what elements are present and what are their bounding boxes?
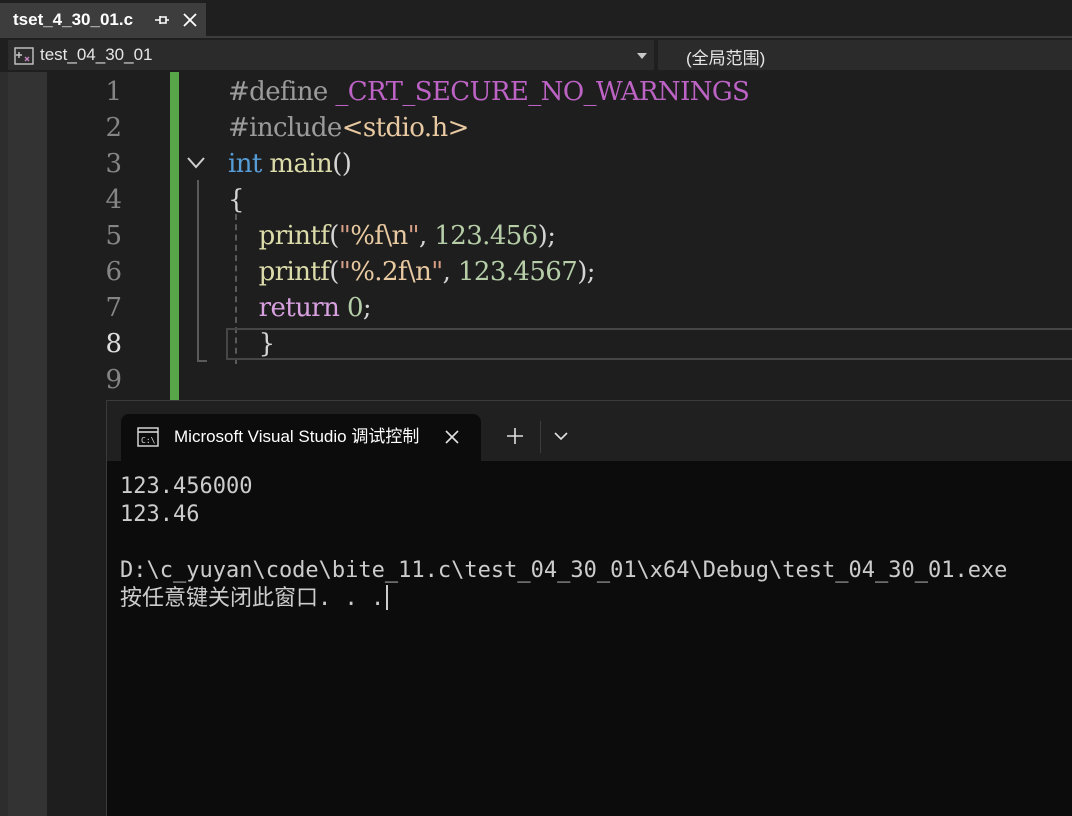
close-icon[interactable]: [441, 426, 463, 448]
code-token: 123.4567: [457, 257, 578, 287]
code-line[interactable]: printf("%f\n", 123.456);: [228, 218, 556, 254]
code-token: return: [258, 293, 340, 323]
code-token: ": [407, 221, 420, 251]
code-token: <stdio.h>: [341, 113, 470, 143]
document-tab-strip: tset_4_30_01.c: [0, 0, 1072, 38]
code-token: %f\n: [350, 221, 408, 251]
console-output-line: 按任意键关闭此窗口. . .: [120, 585, 1072, 613]
code-token: printf: [258, 257, 330, 287]
code-token: #include: [228, 113, 342, 143]
code-line[interactable]: {: [228, 182, 245, 218]
navigation-bar: test_04_30_01 (全局范围): [0, 38, 1072, 72]
code-token: (: [329, 257, 339, 287]
code-token: ,: [442, 257, 458, 287]
code-token: (: [329, 221, 339, 251]
scope-dropdown[interactable]: (全局范围): [658, 40, 1072, 70]
project-icon: [14, 47, 34, 65]
code-token: int: [228, 149, 262, 179]
chevron-down-icon[interactable]: [186, 156, 206, 170]
current-line-highlight: [226, 328, 1072, 360]
console-output-line: D:\c_yuyan\code\bite_11.c\test_04_30_01\…: [120, 557, 1072, 585]
line-number: 4: [105, 185, 122, 215]
code-token: ;: [362, 293, 372, 323]
code-token: _CRT_SECURE_NO_WARNINGS: [335, 77, 750, 107]
line-number: 5: [105, 221, 122, 251]
line-number: 9: [105, 365, 122, 395]
document-tab-title: tset_4_30_01.c: [13, 9, 134, 29]
svg-text:C:\: C:\: [141, 436, 156, 445]
code-line[interactable]: printf("%.2f\n", 123.4567);: [228, 254, 596, 290]
code-token: 0: [346, 293, 364, 323]
code-line[interactable]: int main(): [228, 146, 352, 182]
console-output-text: D:\c_yuyan\code\bite_11.c\test_04_30_01\…: [120, 558, 1008, 583]
console-output-line: 123.456000: [120, 473, 1072, 501]
code-token: printf: [258, 221, 330, 251]
line-number: 2: [105, 113, 122, 143]
change-tracking-bar: [170, 72, 179, 402]
fold-region-line: [197, 180, 199, 362]
line-number: 1: [105, 77, 122, 107]
code-line[interactable]: return 0;: [228, 290, 372, 326]
console-output-text: 123.456000: [120, 474, 253, 499]
pin-icon[interactable]: [152, 10, 172, 30]
code-token: main: [269, 149, 333, 179]
text-cursor: [386, 585, 389, 610]
console-output-line: 123.46: [120, 501, 1072, 529]
code-line[interactable]: #include<stdio.h>: [228, 110, 469, 146]
console-output-text: 123.46: [120, 502, 200, 527]
scope-label: (全局范围): [686, 49, 766, 68]
code-token: ": [338, 221, 351, 251]
code-token: %.2f\n: [350, 257, 432, 287]
glyph-margin[interactable]: [8, 72, 47, 816]
console-title-bar[interactable]: C:\ Microsoft Visual Studio 调试控制台: [107, 401, 1072, 461]
code-token: );: [537, 221, 556, 251]
code-token: 123.456: [434, 221, 538, 251]
line-number: 3: [105, 149, 122, 179]
code-token: ": [338, 257, 351, 287]
console-tab-title: Microsoft Visual Studio 调试控制台: [174, 427, 420, 446]
project-dropdown[interactable]: test_04_30_01: [8, 40, 654, 70]
code-token: #define: [228, 77, 336, 107]
fold-region-end: [197, 360, 207, 362]
debug-console-window[interactable]: C:\ Microsoft Visual Studio 调试控制台 123.45…: [106, 400, 1072, 816]
code-token: );: [577, 257, 595, 287]
chevron-down-icon[interactable]: [637, 52, 647, 60]
code-token: ": [431, 257, 443, 287]
chevron-down-icon[interactable]: [553, 429, 569, 443]
console-output[interactable]: 123.456000 123.46 D:\c_yuyan\code\bite_11.…: [120, 473, 1072, 613]
console-output-text: 按任意键关闭此窗口. . .: [120, 586, 385, 611]
line-number: 8: [105, 329, 122, 359]
close-icon[interactable]: [180, 10, 200, 30]
tab-separator: [540, 421, 541, 453]
plus-icon[interactable]: [505, 426, 525, 446]
line-number: 7: [105, 293, 122, 323]
console-tab[interactable]: C:\ Microsoft Visual Studio 调试控制台: [121, 414, 481, 461]
editor-left-edge: [0, 72, 8, 816]
document-tab[interactable]: tset_4_30_01.c: [0, 3, 206, 36]
console-icon: C:\: [137, 427, 159, 447]
project-name: test_04_30_01: [40, 45, 153, 64]
code-line[interactable]: #define _CRT_SECURE_NO_WARNINGS: [228, 74, 750, 110]
code-token: {: [228, 185, 245, 215]
line-number: 6: [105, 257, 122, 287]
code-token: (): [332, 149, 352, 179]
code-token: ,: [418, 221, 435, 251]
